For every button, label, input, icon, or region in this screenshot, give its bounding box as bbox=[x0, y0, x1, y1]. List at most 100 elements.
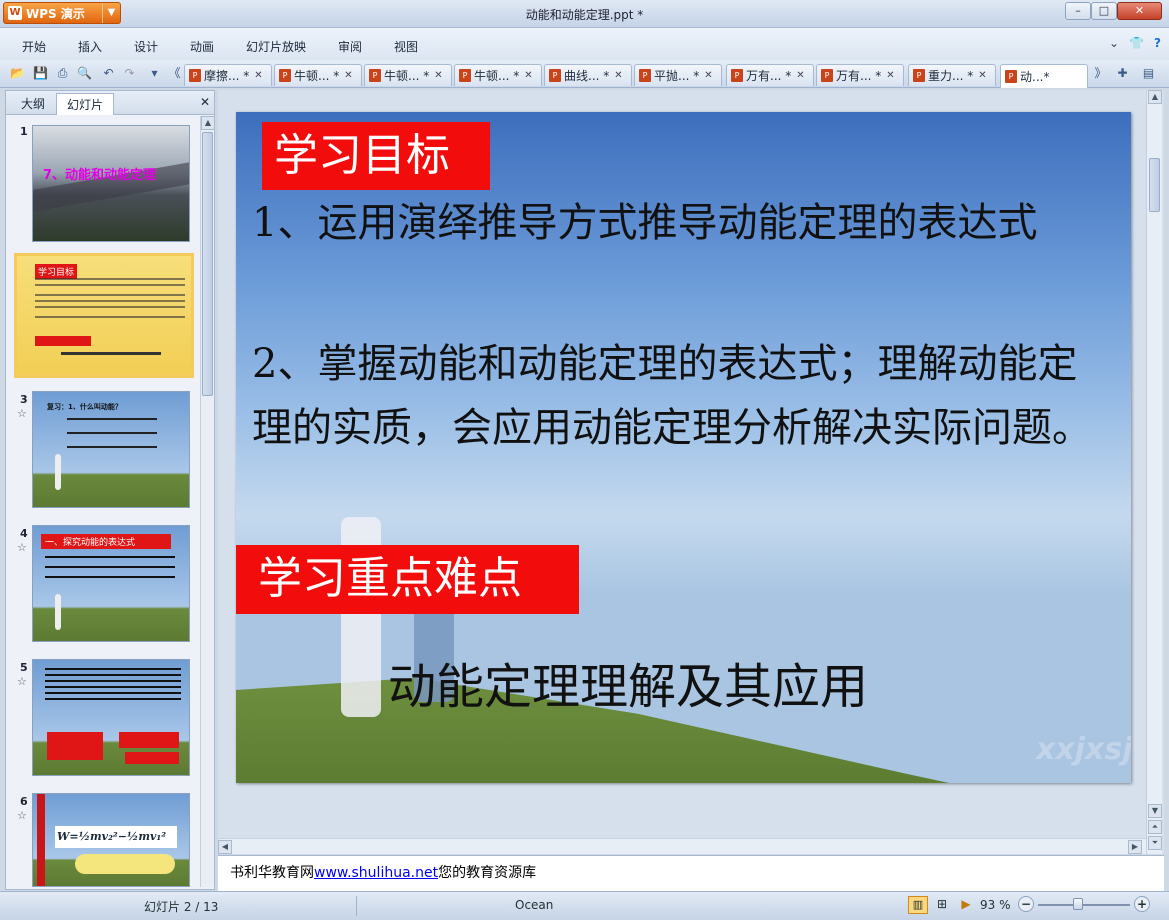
menu-review[interactable]: 审阅 bbox=[338, 38, 362, 55]
menu-slideshow[interactable]: 幻灯片放映 bbox=[246, 38, 306, 55]
slide-thumbnail-3[interactable]: 复习：1、什么叫动能？ bbox=[32, 391, 190, 508]
tab-scroll-right-icon[interactable]: 》 bbox=[1092, 65, 1109, 82]
ppt-icon: P bbox=[189, 69, 201, 82]
zoom-slider-track[interactable] bbox=[1038, 904, 1130, 906]
thumb-text-lines bbox=[35, 278, 185, 280]
skin-icon[interactable]: 👕 bbox=[1129, 36, 1144, 50]
scroll-thumb[interactable] bbox=[202, 132, 213, 396]
tab-slides[interactable]: 幻灯片 bbox=[56, 93, 114, 115]
ppt-icon: P bbox=[369, 69, 381, 82]
slide-number: 5 bbox=[20, 661, 28, 674]
close-icon[interactable]: ✕ bbox=[614, 70, 622, 81]
doc-tab[interactable]: P 牛顿... * ✕ bbox=[454, 64, 542, 86]
doc-tab[interactable]: P 万有... * ✕ bbox=[816, 64, 904, 86]
tab-scroll-left-icon[interactable]: 《 bbox=[166, 65, 183, 82]
scroll-up-icon[interactable]: ▲ bbox=[1148, 90, 1162, 104]
tab-list-icon[interactable]: ▤ bbox=[1140, 65, 1157, 82]
slide-number: 4 bbox=[20, 527, 28, 540]
slide-thumbnail-5[interactable] bbox=[32, 659, 190, 776]
close-icon[interactable]: ✕ bbox=[254, 70, 262, 81]
minimize-button[interactable]: – bbox=[1065, 2, 1091, 20]
scroll-right-icon[interactable]: ▶ bbox=[1128, 840, 1142, 854]
preview-icon[interactable]: 🔍 bbox=[76, 65, 93, 82]
slide-canvas[interactable]: 学习目标 1、运用演绎推导方式推导动能定理的表达式 2、掌握动能和动能定理的表达… bbox=[236, 112, 1131, 783]
next-slide-icon[interactable]: ⏷ bbox=[1148, 836, 1162, 850]
slide-thumbnail-4[interactable]: 一、探究动能的表达式 bbox=[32, 525, 190, 642]
zoom-out-icon[interactable]: − bbox=[1018, 896, 1034, 912]
thumb-person bbox=[55, 594, 61, 630]
tab-outline[interactable]: 大纲 bbox=[10, 93, 56, 115]
animation-star-icon: ☆ bbox=[17, 675, 27, 688]
animation-star-icon: ☆ bbox=[17, 541, 27, 554]
doc-tab[interactable]: P 牛顿... * ✕ bbox=[274, 64, 362, 86]
help-icon[interactable]: ? bbox=[1154, 36, 1161, 50]
slides-pane-scrollbar[interactable]: ▲ bbox=[200, 116, 215, 887]
previous-slide-icon[interactable]: ⏶ bbox=[1148, 820, 1162, 834]
goal-point-1: 1、运用演绎推导方式推导动能定理的表达式 bbox=[252, 200, 1038, 246]
close-icon[interactable]: ✕ bbox=[200, 95, 210, 109]
chevron-down-icon[interactable]: ⌄ bbox=[1109, 36, 1119, 50]
menu-home[interactable]: 开始 bbox=[22, 38, 46, 55]
doc-tab[interactable]: P 万有... * ✕ bbox=[726, 64, 814, 86]
menu-view[interactable]: 视图 bbox=[394, 38, 418, 55]
close-icon[interactable]: ✕ bbox=[978, 70, 986, 81]
doc-tab[interactable]: P 牛顿... * ✕ bbox=[364, 64, 452, 86]
slide-number: 3 bbox=[20, 393, 28, 406]
close-icon[interactable]: ✕ bbox=[344, 70, 352, 81]
close-icon[interactable]: ✕ bbox=[434, 70, 442, 81]
thumb-bg: 学习目标 bbox=[17, 256, 191, 375]
goal-point-2: 2、掌握动能和动能定理的表达式；理解动能定理的实质，会应用动能定理分析解决实际问… bbox=[252, 341, 1092, 451]
scroll-down-icon[interactable]: ▼ bbox=[1148, 804, 1162, 818]
undo-icon[interactable]: ↶ bbox=[100, 65, 117, 82]
notes-pane[interactable]: 书利华教育网www.shulihua.net您的教育资源库 bbox=[218, 855, 1164, 891]
new-tab-icon[interactable]: ✚ bbox=[1114, 65, 1131, 82]
menu-design[interactable]: 设计 bbox=[134, 38, 158, 55]
doc-tab[interactable]: P 摩擦... * ✕ bbox=[184, 64, 272, 86]
close-icon[interactable]: ✕ bbox=[886, 70, 894, 81]
theme-name: Ocean bbox=[515, 898, 554, 912]
doc-tab[interactable]: P 曲线... * ✕ bbox=[544, 64, 632, 86]
thumb-title: 7、动能和动能定理 bbox=[43, 168, 157, 183]
ppt-icon: P bbox=[821, 69, 833, 82]
main-vertical-scrollbar[interactable]: ▲ ▼ ⏶ ⏷ bbox=[1146, 90, 1162, 854]
menu-animation[interactable]: 动画 bbox=[190, 38, 214, 55]
slide-thumbnail-1[interactable]: 7、动能和动能定理 bbox=[32, 125, 190, 242]
close-icon[interactable]: ✕ bbox=[796, 70, 804, 81]
slideshow-icon[interactable]: ▶ bbox=[956, 896, 976, 914]
menu-insert[interactable]: 插入 bbox=[78, 38, 102, 55]
scroll-left-icon[interactable]: ◀ bbox=[218, 840, 232, 854]
slide-thumbnail-6[interactable]: W=½mv₂²−½mv₁² bbox=[32, 793, 190, 887]
scroll-up-icon[interactable]: ▲ bbox=[201, 116, 215, 130]
maximize-button[interactable]: □ bbox=[1091, 2, 1117, 20]
ppt-icon: P bbox=[639, 69, 651, 82]
close-button[interactable]: ✕ bbox=[1117, 2, 1162, 20]
ppt-icon: P bbox=[913, 69, 925, 82]
open-icon[interactable]: 📂 bbox=[9, 65, 26, 82]
slide-number: 1 bbox=[20, 125, 28, 138]
animation-star-icon: ☆ bbox=[17, 407, 27, 420]
customize-icon[interactable]: ▾ bbox=[146, 65, 163, 82]
notes-prefix: 书利华教育网 bbox=[230, 865, 314, 881]
normal-view-icon[interactable]: ▥ bbox=[908, 896, 928, 914]
ppt-icon: P bbox=[549, 69, 561, 82]
doc-tab[interactable]: P 重力... * ✕ bbox=[908, 64, 996, 86]
slide-thumbnail-2-selected[interactable]: 学习目标 bbox=[14, 253, 194, 378]
scroll-thumb[interactable] bbox=[1149, 158, 1160, 212]
thumb-formula-box bbox=[119, 732, 179, 748]
doc-tab[interactable]: P 平抛... * ✕ bbox=[634, 64, 722, 86]
doc-tab-active[interactable]: P 动...* bbox=[1000, 64, 1088, 88]
save-icon[interactable]: 💾 bbox=[32, 65, 49, 82]
thumb-text-lines bbox=[67, 418, 157, 420]
zoom-in-icon[interactable]: + bbox=[1134, 896, 1150, 912]
main-horizontal-scrollbar[interactable]: ◀ ▶ bbox=[218, 838, 1146, 854]
slide-sorter-icon[interactable]: ⊞ bbox=[932, 896, 952, 914]
print-icon[interactable]: ⎙ bbox=[54, 65, 71, 82]
zoom-slider-thumb[interactable] bbox=[1072, 898, 1083, 910]
close-icon[interactable]: ✕ bbox=[704, 70, 712, 81]
slide-counter: 幻灯片 2 / 13 bbox=[144, 900, 219, 914]
ppt-icon: P bbox=[459, 69, 471, 82]
key-point-text: 动能定理理解及其应用 bbox=[388, 659, 869, 715]
close-icon[interactable]: ✕ bbox=[524, 70, 532, 81]
notes-link[interactable]: www.shulihua.net bbox=[314, 865, 438, 881]
redo-icon[interactable]: ↷ bbox=[121, 65, 138, 82]
